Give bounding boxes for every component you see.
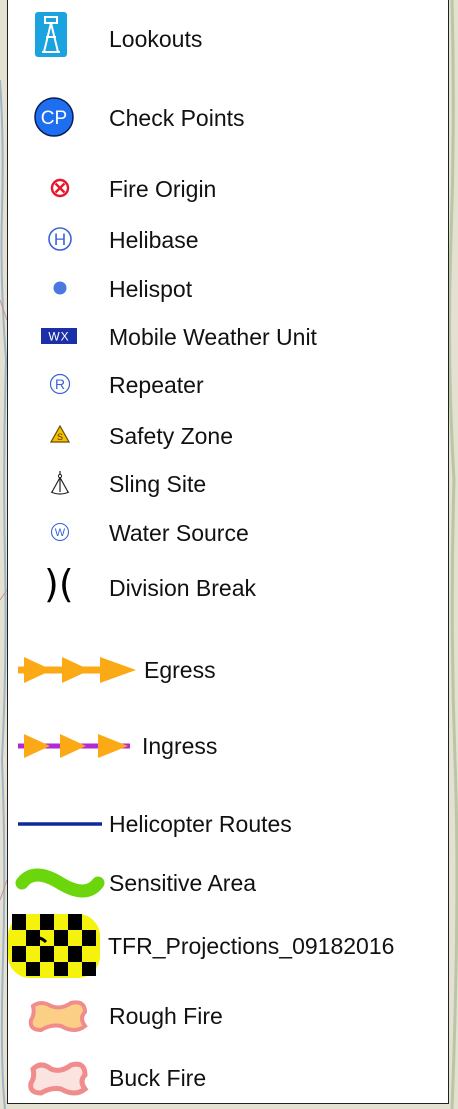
legend-label: Buck Fire [109, 1065, 207, 1091]
fire-origin-icon [50, 178, 70, 198]
water-source-glyph: W [55, 527, 66, 539]
legend-item-rough-fire: Rough Fire [8, 1000, 448, 1033]
check-point-badge-text: CP [41, 108, 67, 129]
helicopter-route-line-icon [18, 822, 102, 826]
legend-item-buck-fire: Buck Fire [8, 1061, 448, 1096]
division-break-icon: )( [44, 562, 74, 606]
safety-zone-glyph: S [57, 432, 63, 442]
legend-item-egress: Egress [8, 657, 448, 683]
legend-item-helicopter-routes: Helicopter Routes [8, 813, 448, 836]
legend-label: Rough Fire [109, 1003, 223, 1029]
legend-label: Mobile Weather Unit [109, 324, 317, 350]
mobile-weather-unit-icon: WX [41, 328, 77, 344]
repeater-icon: R [49, 373, 71, 395]
legend-item-sensitive-area: Sensitive Area [8, 868, 448, 898]
legend-item-water-source: W Water Source [8, 522, 448, 545]
legend-item-ingress: Ingress [8, 734, 448, 758]
rough-fire-perimeter-icon [28, 1000, 88, 1033]
legend-item-helispot: Helispot [8, 278, 448, 301]
legend-item-mobile-weather-unit: WX Mobile Weather Unit [8, 326, 448, 349]
legend-label: Fire Origin [109, 176, 217, 202]
safety-zone-icon: S [50, 425, 70, 443]
legend-label: Helibase [109, 227, 199, 253]
legend-item-helibase: H Helibase [8, 227, 448, 252]
lookout-tower-icon [35, 12, 67, 57]
legend-item-safety-zone: S Safety Zone [8, 425, 448, 448]
egress-arrows-icon [18, 657, 136, 683]
legend-label: TFR_Projections_09182016 [108, 933, 395, 959]
legend-label: Division Break [109, 575, 256, 601]
legend-label: Ingress [142, 733, 218, 759]
tfr-projection-pattern-icon [8, 914, 100, 978]
legend-item-sling-site: Sling Site [8, 471, 448, 496]
legend-item-tfr-projections: TFR_Projections_09182016 [8, 914, 448, 978]
sensitive-area-wave-icon [15, 868, 105, 898]
helibase-icon: H [48, 227, 72, 251]
legend-item-division-break: )( Division Break [8, 565, 448, 603]
legend-label: Egress [144, 657, 216, 683]
legend-label: Water Source [109, 520, 249, 546]
helibase-glyph: H [54, 230, 66, 249]
legend-label: Helispot [109, 276, 193, 302]
sling-site-icon [50, 471, 70, 495]
weather-unit-badge-text: WX [48, 330, 69, 344]
legend-label: Repeater [109, 372, 204, 398]
legend-label: Safety Zone [109, 423, 234, 449]
legend-label: Sling Site [109, 471, 207, 497]
legend-item-check-points: CP Check Points [8, 97, 448, 137]
buck-fire-perimeter-icon [28, 1061, 89, 1096]
check-point-icon: CP [34, 97, 74, 137]
legend-item-lookouts: Lookouts [8, 12, 448, 57]
legend-label: Sensitive Area [109, 870, 257, 896]
water-source-icon: W [50, 522, 70, 542]
map-legend-panel: Lookouts CP Check Points Fire Origin H H… [7, 0, 449, 1104]
repeater-glyph: R [55, 376, 65, 392]
ingress-arrows-icon [18, 734, 130, 758]
legend-item-repeater: R Repeater [8, 374, 448, 397]
legend-label: Lookouts [109, 26, 203, 52]
helispot-icon [53, 281, 67, 295]
legend-label: Helicopter Routes [109, 811, 292, 837]
legend-item-fire-origin: Fire Origin [8, 178, 448, 201]
legend-label: Check Points [109, 105, 245, 131]
